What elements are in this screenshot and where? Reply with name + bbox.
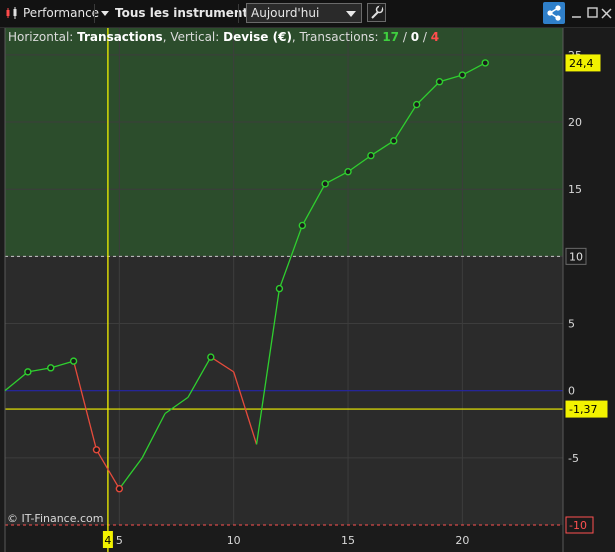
y-tick-label: -5 bbox=[568, 452, 579, 465]
data-point bbox=[47, 364, 55, 372]
copyright-credit: © IT-Finance.com bbox=[7, 512, 104, 525]
toolbar-divider bbox=[94, 4, 95, 23]
data-point bbox=[481, 59, 489, 67]
profit-zone bbox=[5, 28, 563, 257]
share-button[interactable] bbox=[543, 2, 565, 24]
data-point bbox=[412, 100, 421, 109]
chevron-down-icon bbox=[101, 11, 109, 16]
performance-chart: -50515202510-10-1,3724,451015204 bbox=[4, 28, 608, 552]
chart-info-line: Horizontal: Transactions, Vertical: Devi… bbox=[8, 30, 439, 44]
average-value-label: -1,37 bbox=[569, 403, 597, 416]
neutral-count: 0 bbox=[410, 30, 420, 44]
data-point bbox=[321, 180, 329, 188]
horizontal-label: Horizontal: bbox=[8, 30, 78, 44]
last-value-label: 24,4 bbox=[569, 57, 594, 70]
toolbar: Performance Tous les instruments Aujourd… bbox=[0, 0, 615, 28]
data-point bbox=[435, 78, 444, 86]
transactions-label: , Transactions: bbox=[291, 30, 383, 44]
candlestick-icon bbox=[4, 2, 20, 24]
settings-button[interactable] bbox=[367, 3, 386, 22]
y-tick-label: 20 bbox=[568, 116, 582, 129]
count-separator: / bbox=[399, 30, 411, 44]
data-point bbox=[344, 168, 352, 176]
x-tick-label: 20 bbox=[455, 534, 469, 547]
x-tick-label: 10 bbox=[227, 534, 241, 547]
count-separator: / bbox=[419, 30, 431, 44]
x-tick-label: 15 bbox=[341, 534, 355, 547]
data-point bbox=[298, 221, 306, 230]
period-select-value: Aujourd'hui bbox=[251, 6, 320, 20]
vertical-value: Devise (€) bbox=[223, 30, 292, 44]
close-button[interactable] bbox=[599, 2, 615, 24]
lower-band-label: -10 bbox=[569, 519, 587, 532]
y-tick-label: 0 bbox=[568, 385, 575, 398]
data-point bbox=[458, 71, 467, 79]
chevron-down-icon bbox=[346, 11, 356, 17]
data-point bbox=[24, 368, 32, 376]
upper-band-label: 10 bbox=[569, 250, 583, 263]
instrument-filter[interactable]: Tous les instruments bbox=[99, 2, 255, 24]
horizontal-value: Transactions bbox=[77, 30, 163, 44]
data-point bbox=[115, 485, 124, 493]
data-point bbox=[69, 357, 78, 365]
winning-count: 17 bbox=[382, 30, 400, 44]
toolbar-divider bbox=[238, 4, 239, 23]
wrench-icon bbox=[371, 5, 384, 19]
y-tick-label: 15 bbox=[568, 183, 582, 196]
data-point bbox=[275, 284, 284, 293]
close-icon bbox=[601, 8, 612, 19]
data-point bbox=[92, 446, 101, 454]
period-select[interactable]: Aujourd'hui bbox=[246, 3, 362, 23]
vertical-label: , Vertical: bbox=[162, 30, 224, 44]
losing-count: 4 bbox=[430, 30, 440, 44]
x-tick-label: 5 bbox=[116, 534, 123, 547]
share-icon bbox=[547, 5, 561, 21]
data-point bbox=[207, 353, 215, 361]
instrument-filter-label: Tous les instruments bbox=[115, 6, 256, 20]
data-point bbox=[367, 151, 375, 160]
cursor-x-label: 4 bbox=[104, 534, 111, 547]
performance-title: Performance bbox=[23, 6, 100, 20]
data-point bbox=[390, 137, 398, 145]
y-tick-label: 5 bbox=[568, 318, 575, 331]
